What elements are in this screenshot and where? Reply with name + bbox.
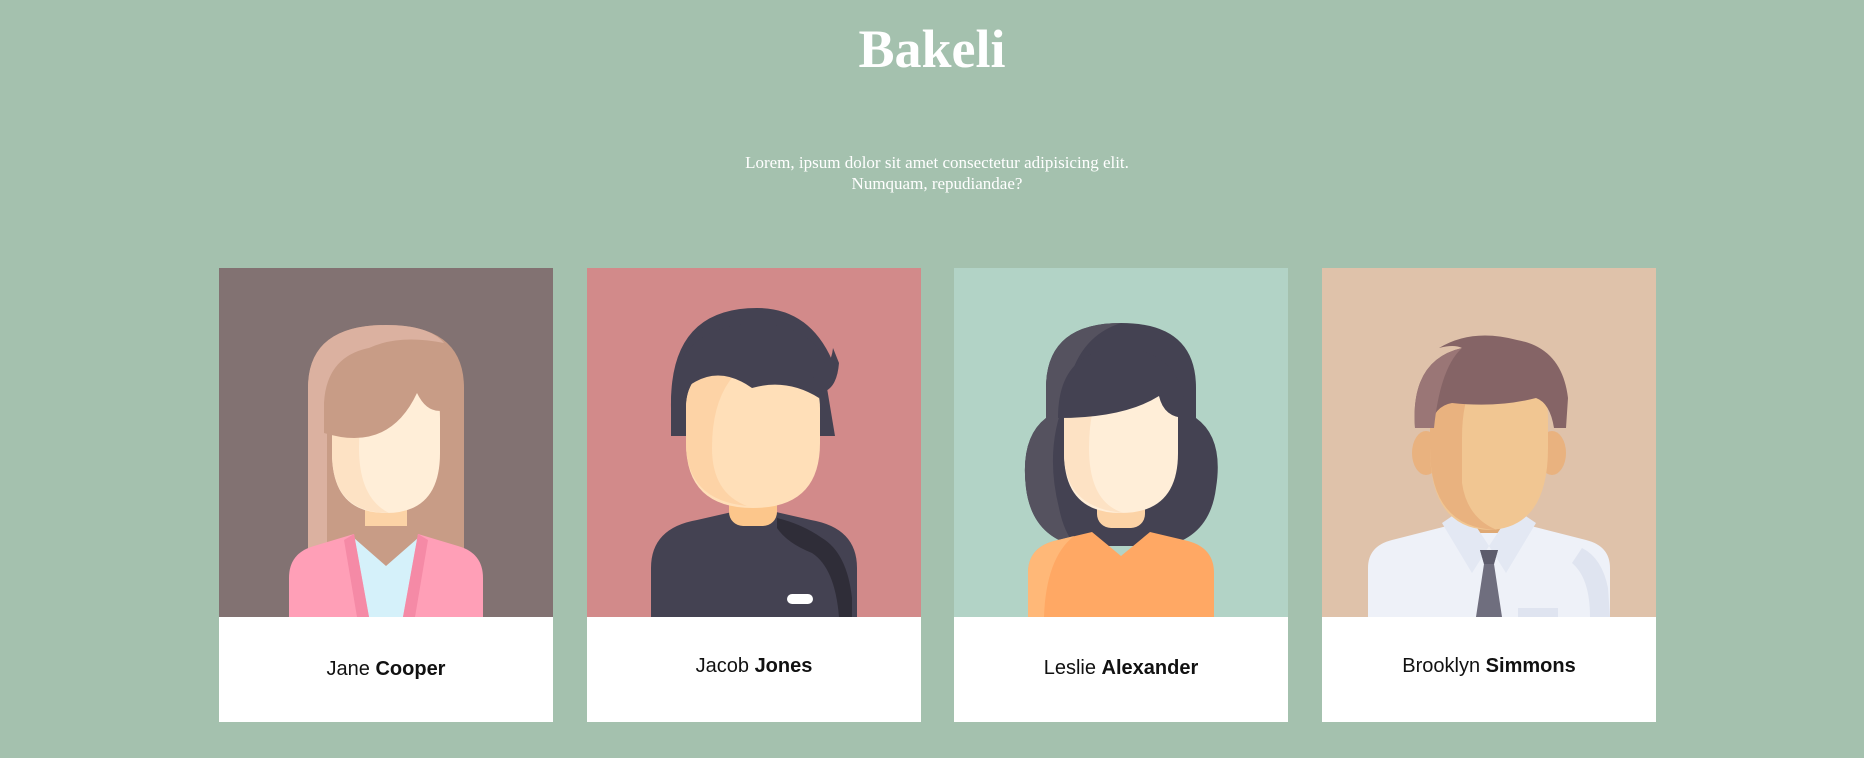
team-card-jane-cooper[interactable]: Jane Cooper [219, 268, 553, 722]
woman-avatar-icon [954, 268, 1288, 617]
first-name: Jacob [695, 655, 749, 677]
team-member-name: Brooklyn Simmons [1322, 655, 1656, 678]
man-avatar-icon [1322, 268, 1656, 617]
page-subtitle: Lorem, ipsum dolor sit amet consectetur … [745, 153, 1129, 193]
team-card-brooklyn-simmons[interactable]: Brooklyn Simmons [1322, 268, 1656, 722]
team-card-jacob-jones[interactable]: Jacob Jones [587, 268, 921, 722]
team-member-name: Leslie Alexander [954, 657, 1288, 680]
page-title: Bakeli [858, 19, 1006, 79]
last-name: Jones [754, 655, 813, 677]
first-name: Leslie [1043, 657, 1096, 679]
team-member-name: Jacob Jones [587, 655, 921, 678]
card-portrait [1322, 268, 1656, 617]
card-portrait [954, 268, 1288, 617]
card-portrait [219, 268, 553, 617]
last-name: Alexander [1101, 657, 1199, 679]
first-name: Brooklyn [1402, 655, 1481, 677]
last-name: Simmons [1485, 655, 1576, 677]
woman-avatar-icon [219, 268, 553, 617]
last-name: Cooper [375, 658, 446, 680]
team-member-name: Jane Cooper [219, 658, 553, 681]
man-avatar-icon [587, 268, 921, 617]
team-card-leslie-alexander[interactable]: Leslie Alexander [954, 268, 1288, 722]
first-name: Jane [326, 658, 370, 680]
card-portrait [587, 268, 921, 617]
hero-section: Bakeli Lorem, ipsum dolor sit amet conse… [0, 0, 1864, 758]
